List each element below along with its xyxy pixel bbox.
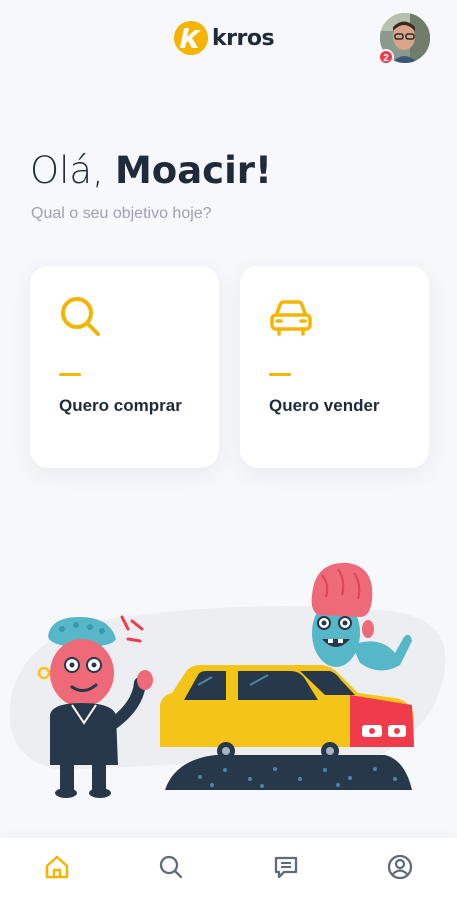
nav-search[interactable] — [141, 844, 201, 894]
user-avatar-button[interactable]: 2 — [378, 13, 430, 65]
sell-option-card[interactable]: Quero vender — [240, 266, 429, 468]
nav-profile[interactable] — [370, 844, 430, 894]
home-icon — [43, 853, 71, 886]
buy-option-label: Quero comprar — [59, 396, 182, 415]
greeting-hello: Olá, — [30, 149, 104, 192]
search-icon — [58, 294, 104, 340]
logo-text: krros — [212, 25, 275, 51]
chat-icon — [272, 853, 300, 886]
logo-k-icon — [174, 21, 208, 55]
card-accent-dash — [59, 373, 81, 376]
bottom-navigation — [0, 838, 457, 900]
hero-illustration — [0, 555, 457, 815]
profile-icon — [386, 853, 414, 886]
greeting-name: Moacir! — [114, 149, 272, 192]
nav-home[interactable] — [27, 844, 87, 894]
app-header: krros 2 — [0, 0, 457, 80]
app-logo[interactable]: krros — [174, 20, 275, 56]
greeting-subtitle: Qual o seu objetivo hoje? — [31, 205, 212, 222]
nav-messages[interactable] — [256, 844, 316, 894]
sell-option-label: Quero vender — [269, 396, 380, 415]
search-icon — [157, 853, 185, 886]
card-accent-dash — [269, 373, 291, 376]
notification-badge: 2 — [378, 49, 394, 65]
buy-option-card[interactable]: Quero comprar — [30, 266, 219, 468]
car-icon — [268, 294, 314, 340]
page-title: Olá, Moacir! — [30, 148, 272, 193]
